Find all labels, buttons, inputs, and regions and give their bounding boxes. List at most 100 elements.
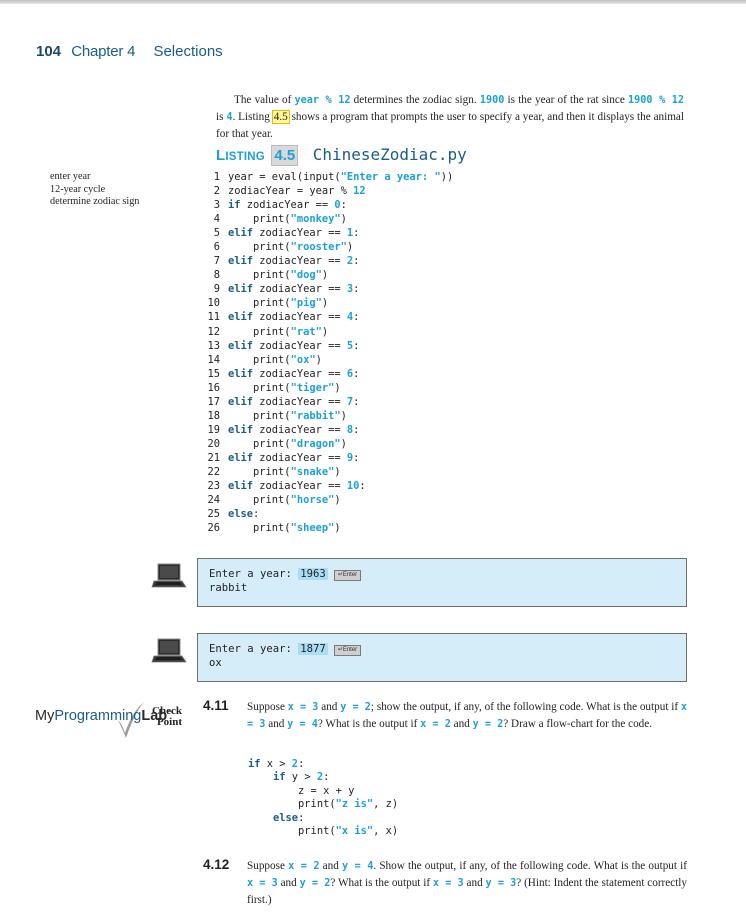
code-line: 7 elif zodiacYear == 2: [203, 254, 453, 268]
question-text-run: and [319, 860, 342, 872]
inline-code: y = 2 [472, 719, 504, 730]
code-keyword: elif [228, 395, 254, 408]
code-line: z = x + y [248, 785, 398, 798]
code-line: 14 print("ox") [203, 353, 453, 367]
code-line: 13 elif zodiacYear == 5: [203, 339, 453, 353]
code-text: : [323, 771, 330, 784]
line-number: 26 [207, 522, 220, 535]
line-number: 14 [207, 353, 220, 366]
code-string: "ox" [290, 353, 316, 366]
code-line: 16 print("tiger") [203, 381, 453, 395]
inline-code: y = 4 [341, 861, 374, 872]
question-text-run: Suppose [247, 860, 289, 872]
code-text: print( [228, 465, 291, 478]
code-text: : [353, 367, 360, 380]
code-text: z = x + y [248, 784, 355, 797]
code-text: ) [321, 297, 329, 310]
code-keyword: elif [228, 451, 254, 464]
code-keyword: elif [228, 367, 254, 380]
question-text-run: ? Draw a flow-chart for the code. [503, 718, 653, 730]
line-number: 23 [207, 480, 220, 493]
code-text: : [353, 395, 360, 408]
code-listing: 1 year = eval(input("Enter a year: ")) 2 zo… [203, 170, 453, 535]
code-string: "horse" [290, 494, 335, 507]
code-literal: 10 [346, 480, 360, 493]
user-input-value: 1963 [298, 568, 328, 580]
question-text-run: ? What is the output if [330, 877, 433, 889]
code-text: print( [248, 824, 336, 837]
inline-code: y = 2 [299, 878, 331, 889]
code-text: : [353, 339, 360, 352]
code-text: zodiacYear == [253, 311, 347, 324]
myprogramminglab-logo[interactable]: MyProgrammingLab™ [35, 708, 173, 724]
code-text: zodiacYear == [240, 199, 335, 212]
listing-label: LISTING [216, 147, 265, 164]
code-text: : [353, 283, 360, 296]
listing-reference-link[interactable]: 4.5 [271, 110, 290, 124]
inline-code: x = 2 [288, 861, 320, 872]
code-text: print( [228, 241, 291, 254]
code-text: zodiacYear == [253, 480, 347, 493]
code-text: print( [248, 798, 336, 811]
user-input-value: 1877 [298, 643, 328, 655]
code-text: zodiacYear == [253, 395, 347, 408]
line-number: 16 [207, 381, 220, 394]
code-text: ) [346, 241, 354, 254]
code-text: x > [260, 758, 292, 770]
code-line: if y > 2: [248, 771, 398, 784]
code-string: "snake" [290, 465, 335, 478]
code-text: year = eval(input( [228, 171, 341, 183]
intro-paragraph: The value of year % 12 determines the zo… [216, 92, 684, 142]
margin-note: enter year [50, 171, 91, 182]
line-number: 9 [213, 283, 220, 296]
line-number: 2 [213, 185, 220, 198]
code-string: "pig" [290, 297, 322, 310]
code-text: : [353, 255, 360, 268]
question-text-run: and [450, 718, 473, 730]
line-number: 25 [207, 508, 220, 521]
code-text: ) [334, 465, 341, 478]
question-text: Suppose x = 2 and y = 4. Show the output… [247, 858, 687, 908]
running-head: 104 Chapter 4 Selections [36, 43, 223, 60]
margin-note: determine zodiac sign [50, 196, 140, 208]
code-text: )) [440, 171, 454, 183]
question-number: 4.11 [203, 698, 229, 713]
code-line: 3 if zodiacYear == 0: [203, 198, 453, 212]
line-number: 5 [213, 227, 220, 240]
code-text: ) [340, 437, 347, 450]
inline-code: year % 12 [294, 95, 351, 106]
code-text: y > [285, 771, 317, 784]
inline-code: x = 3 [287, 702, 319, 713]
line-number: 18 [207, 409, 220, 422]
code-keyword: elif [228, 311, 254, 324]
code-keyword: elif [228, 339, 254, 352]
line-number: 13 [207, 339, 220, 352]
question-text-run: . Show the output, if any, of the follow… [373, 860, 688, 872]
code-text: print( [228, 325, 291, 338]
question-text-run: ? What is the output if [317, 718, 421, 730]
line-number: 21 [207, 451, 220, 464]
margin-notes: enter year 12-year cycle determine zodia… [50, 171, 139, 209]
code-keyword: if [248, 758, 261, 770]
code-line: 24 print("horse") [203, 493, 453, 507]
intro-text: is [216, 111, 227, 123]
intro-text: . Listing [232, 111, 273, 123]
code-text: : [359, 480, 366, 493]
page-number: 104 [36, 43, 62, 60]
line-number: 20 [207, 437, 220, 450]
code-text: : [353, 423, 360, 436]
code-text: ) [334, 522, 341, 535]
code-text: print( [228, 269, 291, 282]
line-number: 4 [213, 213, 220, 226]
code-string: "x is" [335, 824, 374, 837]
laptop-icon [151, 638, 187, 663]
enter-key-icon: ↵Enter [333, 645, 362, 656]
code-line: 8 print("dog") [203, 268, 453, 282]
question-text-run: and [318, 701, 341, 713]
code-text: , x) [373, 824, 399, 837]
code-line: 22 print("snake") [203, 465, 453, 479]
sample-run-2: Enter a year: 1877 ↵Enter ox [197, 633, 687, 682]
line-number: 17 [207, 395, 220, 408]
line-number: 24 [207, 494, 220, 507]
